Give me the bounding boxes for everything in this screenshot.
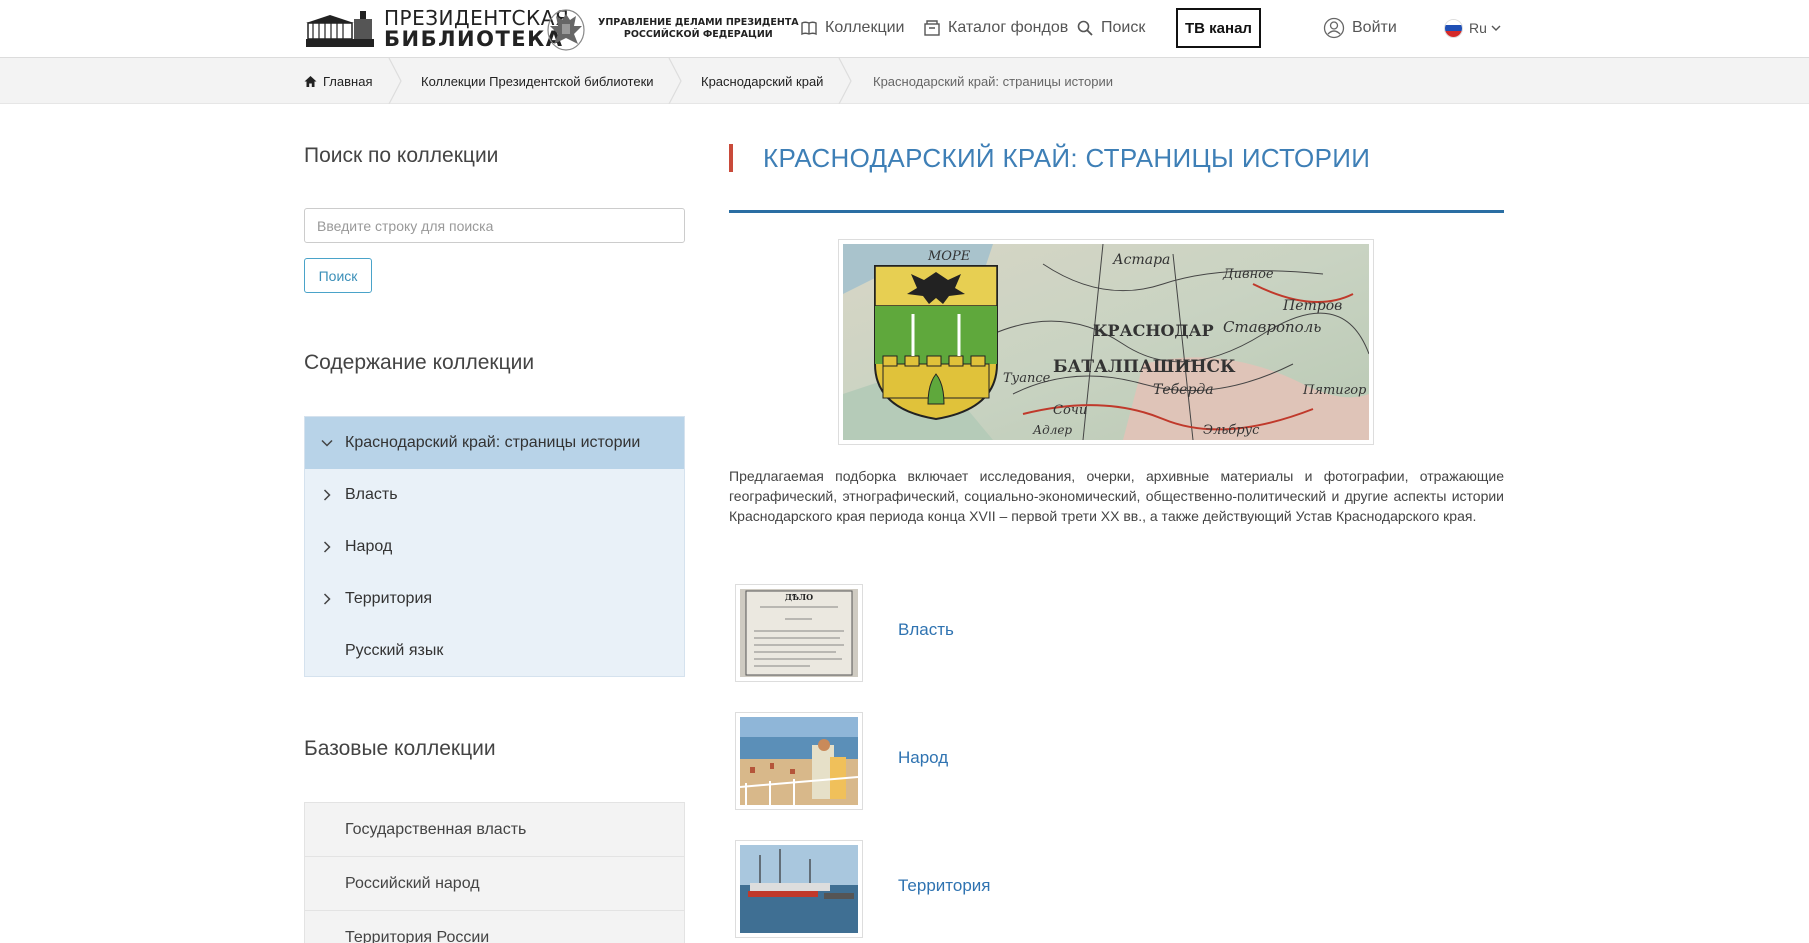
logo-line-1: ПРЕЗИДЕНТСКАЯ: [384, 6, 570, 30]
breadcrumb-separator: [838, 57, 852, 105]
beach-people-image: [740, 717, 858, 805]
tree-item-russkiy-yazyk[interactable]: Русский язык: [305, 625, 684, 677]
subsection-thumbnail-territoriya[interactable]: [735, 840, 863, 938]
double-headed-eagle-icon: [547, 9, 585, 51]
chevron-right-icon: [323, 489, 331, 501]
map-label: КРАСНОДАР: [1093, 321, 1214, 340]
presidential-administration-logo[interactable]: УПРАВЛЕНИЕ ДЕЛАМИ ПРЕЗИДЕНТА РОССИЙСКОЙ …: [544, 5, 799, 53]
chevron-right-icon: [323, 541, 331, 553]
nav-collections[interactable]: Коллекции: [800, 0, 904, 56]
title-underline: [729, 210, 1504, 213]
subsection-link-narod[interactable]: Народ: [898, 748, 948, 768]
tv-channel-button[interactable]: ТВ канал: [1176, 8, 1261, 48]
tree-item-label: Русский язык: [345, 642, 444, 659]
subsection-thumbnail-vlast[interactable]: ДѢЛО: [735, 584, 863, 682]
base-collection-item[interactable]: Российский народ: [304, 856, 685, 910]
map-label: Туапсе: [1003, 371, 1051, 386]
page-title: КРАСНОДАРСКИЙ КРАЙ: СТРАНИЦЫ ИСТОРИИ: [763, 143, 1371, 173]
nav-catalog-label: Каталог фондов: [948, 19, 1069, 36]
map-label: МОРЕ: [927, 249, 971, 264]
nav-collections-label: Коллекции: [825, 19, 905, 36]
chevron-down-icon: [321, 439, 333, 447]
collection-hero-image: МОРЕ Астара Дивное КРАСНОДАР Ставрополь …: [838, 239, 1374, 445]
russia-flag-icon: [1444, 18, 1463, 38]
nav-login-label: Войти: [1352, 19, 1397, 36]
subsection-link-vlast[interactable]: Власть: [898, 620, 954, 640]
tree-item-krasnodar-history[interactable]: Краснодарский край: страницы истории: [305, 417, 684, 469]
map-with-coat-of-arms-image: МОРЕ Астара Дивное КРАСНОДАР Ставрополь …: [843, 244, 1369, 440]
chevron-right-icon: [323, 593, 331, 605]
breadcrumb-home[interactable]: Главная: [304, 58, 372, 104]
map-label: Теберда: [1153, 382, 1214, 398]
breadcrumb-separator: [388, 57, 402, 105]
tree-item-narod[interactable]: Народ: [305, 521, 684, 573]
harbor-image: [740, 845, 858, 933]
tree-item-label: Территория: [345, 590, 433, 607]
tree-item-label: Народ: [345, 538, 393, 555]
presidential-library-logo[interactable]: ПРЕЗИДЕНТСКАЯ БИБЛИОТЕКА: [304, 8, 569, 50]
collection-search-button[interactable]: Поиск: [304, 258, 372, 293]
uprav-line-1: УПРАВЛЕНИЕ ДЕЛАМИ ПРЕЗИДЕНТА: [598, 17, 799, 29]
document-heading: ДѢЛО: [785, 592, 813, 602]
subsection-thumbnail-narod[interactable]: [735, 712, 863, 810]
nav-login[interactable]: Войти: [1323, 0, 1397, 56]
nav-search[interactable]: Поиск: [1076, 0, 1145, 56]
map-label: Ставрополь: [1223, 318, 1321, 336]
nav-catalog[interactable]: Каталог фондов: [923, 0, 1068, 56]
logo-line-2: БИБЛИОТЕКА: [384, 27, 564, 51]
tree-item-label: Краснодарский край: страницы истории: [345, 434, 641, 451]
collection-tree: Краснодарский край: страницы истории Вла…: [304, 416, 685, 677]
book-icon: [801, 21, 817, 36]
tree-item-territoriya[interactable]: Территория: [305, 573, 684, 625]
breadcrumb-separator: [668, 57, 682, 105]
map-label: Астара: [1112, 252, 1170, 268]
base-collection-item[interactable]: Территория России: [304, 910, 685, 943]
collection-contents-heading: Содержание коллекции: [304, 351, 535, 374]
base-collection-item[interactable]: Государственная власть: [304, 802, 685, 856]
map-label: Сочи: [1053, 403, 1087, 418]
subsection-link-territoriya[interactable]: Территория: [898, 876, 991, 896]
coat-of-arms-icon: [874, 265, 998, 421]
collection-description: Предлагаемая подборка включает исследова…: [729, 468, 1504, 524]
collection-search-heading: Поиск по коллекции: [304, 144, 499, 167]
base-collections-list: Государственная власть Российский народ …: [304, 802, 685, 943]
map-label: Адлер: [1032, 423, 1072, 437]
map-label: Пятигор: [1302, 383, 1367, 398]
breadcrumb-krasnodar[interactable]: Краснодарский край: [701, 58, 823, 104]
map-label: БАТАЛПАШИНСК: [1053, 357, 1236, 377]
uprav-line-2: РОССИЙСКОЙ ФЕДЕРАЦИИ: [623, 29, 773, 40]
tree-item-vlast[interactable]: Власть: [305, 469, 684, 521]
map-label: Дивное: [1222, 267, 1274, 282]
map-label: Эльбрус: [1203, 423, 1260, 438]
library-building-icon: [306, 11, 374, 47]
search-icon: [1077, 20, 1093, 36]
title-accent-bar: [729, 144, 733, 172]
user-icon: [1323, 17, 1345, 39]
nav-search-label: Поиск: [1101, 19, 1146, 36]
language-selector[interactable]: Ru: [1444, 0, 1502, 56]
breadcrumb: Главная Коллекции Президентской библиоте…: [0, 57, 1809, 105]
breadcrumb-home-label: Главная: [323, 73, 373, 89]
chevron-down-icon: [1491, 25, 1501, 31]
catalog-icon: [924, 20, 940, 36]
language-label: Ru: [1469, 20, 1487, 36]
archive-document-image: ДѢЛО: [740, 589, 858, 677]
map-label: Петров: [1282, 298, 1342, 314]
tree-item-label: Власть: [345, 486, 398, 503]
collection-search-input[interactable]: [304, 208, 685, 243]
breadcrumb-current: Краснодарский край: страницы истории: [873, 73, 1113, 89]
site-header: ПРЕЗИДЕНТСКАЯ БИБЛИОТЕКА УПРАВЛЕНИЕ ДЕЛА…: [0, 0, 1809, 58]
breadcrumb-collections[interactable]: Коллекции Президентской библиотеки: [421, 58, 654, 104]
home-icon: [304, 75, 317, 87]
base-collections-heading: Базовые коллекции: [304, 737, 496, 760]
